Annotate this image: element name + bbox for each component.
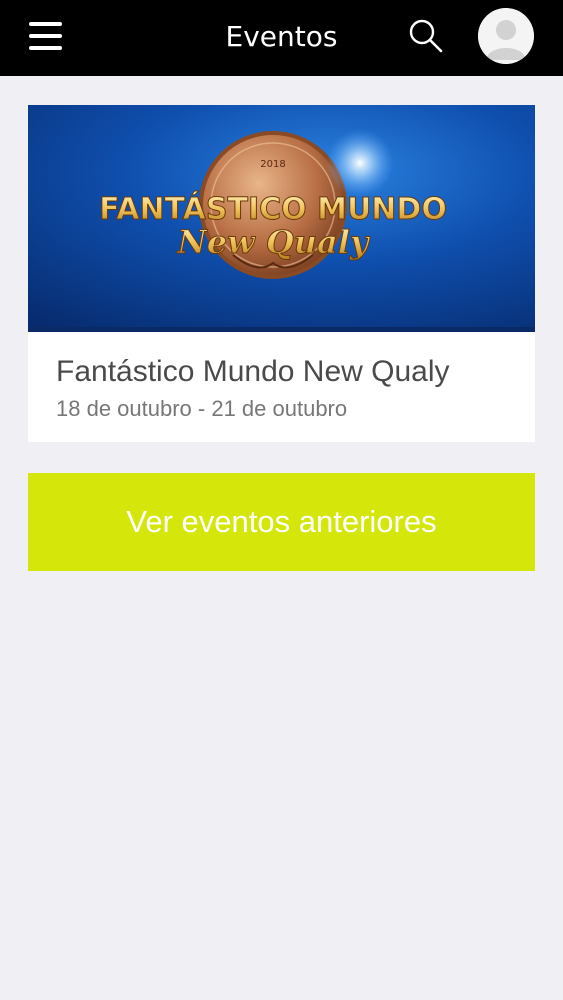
search-icon[interactable] — [406, 16, 446, 56]
event-banner: 2018 FANTÁSTICO MUNDO New Qualy — [28, 105, 535, 327]
banner-divider — [28, 327, 535, 332]
banner-title-line1: FANTÁSTICO MUNDO — [99, 191, 447, 227]
menu-icon[interactable] — [26, 18, 66, 54]
past-events-button[interactable]: Ver eventos anteriores — [28, 473, 535, 571]
event-dates: 18 de outubro - 21 de outubro — [56, 396, 348, 421]
event-card[interactable]: 2018 FANTÁSTICO MUNDO New Qualy Fantásti… — [28, 105, 535, 442]
banner-year: 2018 — [260, 159, 285, 170]
user-avatar-icon — [478, 8, 534, 64]
top-bar: Eventos — [0, 0, 563, 76]
avatar[interactable] — [478, 8, 534, 64]
banner-title-line2: New Qualy — [177, 223, 371, 261]
event-title: Fantástico Mundo New Qualy — [56, 355, 450, 388]
